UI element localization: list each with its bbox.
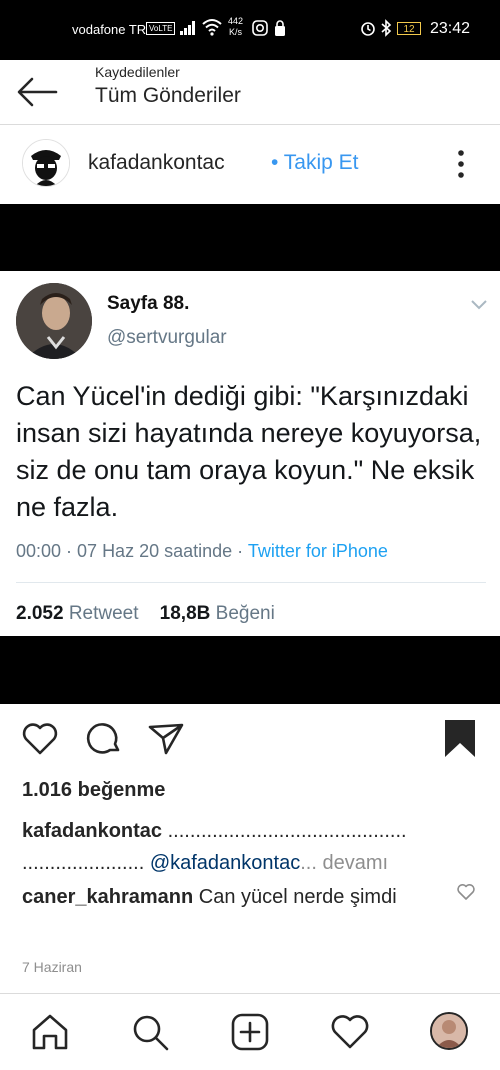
- comment-username[interactable]: caner_kahramann: [22, 886, 193, 908]
- nav-home-button[interactable]: [28, 1010, 72, 1054]
- bookmark-icon: [445, 720, 475, 757]
- comment-item: caner_kahramann Can yücel nerde şimdi: [22, 881, 442, 913]
- arrow-left-icon: [17, 77, 58, 107]
- instagram-icon: [252, 20, 268, 41]
- bluetooth-icon: [380, 19, 392, 42]
- save-button[interactable]: [440, 719, 480, 759]
- tweet-source: Twitter for iPhone: [247, 541, 388, 561]
- tweet-avatar: [16, 283, 92, 359]
- retweet-count: 2.052: [16, 603, 64, 624]
- more-vertical-icon: [458, 150, 464, 178]
- nav-profile-avatar[interactable]: [430, 1012, 468, 1050]
- author-username[interactable]: kafadankontac: [88, 151, 225, 175]
- speed-unit: K/s: [229, 27, 243, 37]
- heart-icon: [331, 1015, 369, 1049]
- follow-button[interactable]: • Takip Et: [271, 151, 359, 175]
- back-button[interactable]: [14, 70, 62, 114]
- tweet-stats: 2.052 Retweet 18,8B Beğeni: [16, 603, 275, 625]
- tweet-timestamp: 00:00 · 07 Haz 20 saatinde ·: [16, 541, 248, 561]
- post-image-bottom-band: [0, 636, 500, 704]
- clock: 23:42: [430, 20, 471, 37]
- post-date: 7 Haziran: [22, 959, 82, 975]
- tweet-meta: 00:00 · 07 Haz 20 saatinde · Twitter for…: [16, 541, 388, 562]
- heart-icon: [457, 884, 475, 900]
- signal-icon: [180, 21, 196, 40]
- nav-search-button[interactable]: [128, 1010, 172, 1054]
- post-header: kafadankontac • Takip Et: [0, 125, 500, 203]
- nav-add-button[interactable]: [228, 1010, 272, 1054]
- carrier-label: vodafone TR: [72, 22, 147, 37]
- profile-avatar-image: [432, 1014, 466, 1048]
- comment-button[interactable]: [84, 719, 124, 759]
- like-count: 18,8B: [159, 603, 211, 624]
- tweet-avatar-image: [16, 283, 92, 359]
- lock-icon: [274, 20, 286, 42]
- header-subtitle: Kaydedilenler: [95, 64, 180, 80]
- nav-activity-button[interactable]: [328, 1010, 372, 1054]
- page-title: Tüm Gönderiler: [95, 84, 241, 107]
- author-avatar-image: [23, 140, 69, 186]
- speed-value: 442: [228, 16, 244, 26]
- comment-like-button[interactable]: [456, 882, 476, 907]
- post-image-top-band: [0, 204, 500, 271]
- show-more-link[interactable]: ... devamı: [300, 852, 388, 874]
- tweet-display-name: Sayfa 88.: [107, 293, 190, 314]
- more-options-button[interactable]: [450, 147, 472, 181]
- comment-icon: [86, 723, 120, 754]
- like-button[interactable]: [20, 719, 60, 759]
- wifi-icon: [202, 18, 222, 41]
- network-speed: 442 K/s: [228, 16, 243, 38]
- post-caption: kafadankontac ..........................…: [22, 815, 482, 879]
- author-avatar[interactable]: [22, 139, 70, 187]
- chevron-down-icon: [470, 298, 488, 316]
- caption-dots-1: ........................................…: [162, 820, 407, 842]
- send-icon: [148, 723, 184, 755]
- share-button[interactable]: [146, 719, 186, 759]
- heart-icon: [22, 723, 58, 755]
- home-icon: [32, 1014, 68, 1050]
- bottom-navigation: [0, 993, 500, 1070]
- tweet-text: Can Yücel'in dediği gibi: "Karşınızdaki …: [16, 381, 482, 522]
- search-icon: [133, 1015, 169, 1051]
- add-icon: [231, 1013, 269, 1051]
- battery-indicator: 12: [397, 22, 421, 35]
- caption-mention[interactable]: @kafadankontac: [150, 852, 300, 874]
- likes-count[interactable]: 1.016 beğenme: [22, 779, 165, 802]
- tweet-handle: @sertvurgular: [107, 327, 227, 348]
- top-header: Kaydedilenler Tüm Gönderiler: [0, 60, 500, 125]
- caption-dots-2: ......................: [22, 852, 150, 874]
- tweet-divider: [16, 582, 486, 583]
- volte-badge: VoLTE: [146, 22, 176, 35]
- comment-text: Can yücel nerde şimdi: [193, 886, 397, 908]
- like-label: Beğeni: [215, 603, 275, 624]
- retweet-label: Retweet: [68, 603, 139, 624]
- caption-username[interactable]: kafadankontac: [22, 820, 162, 842]
- status-bar: vodafone TR VoLTE 442 K/s 12 23:42: [0, 0, 500, 60]
- alarm-icon: [360, 20, 376, 41]
